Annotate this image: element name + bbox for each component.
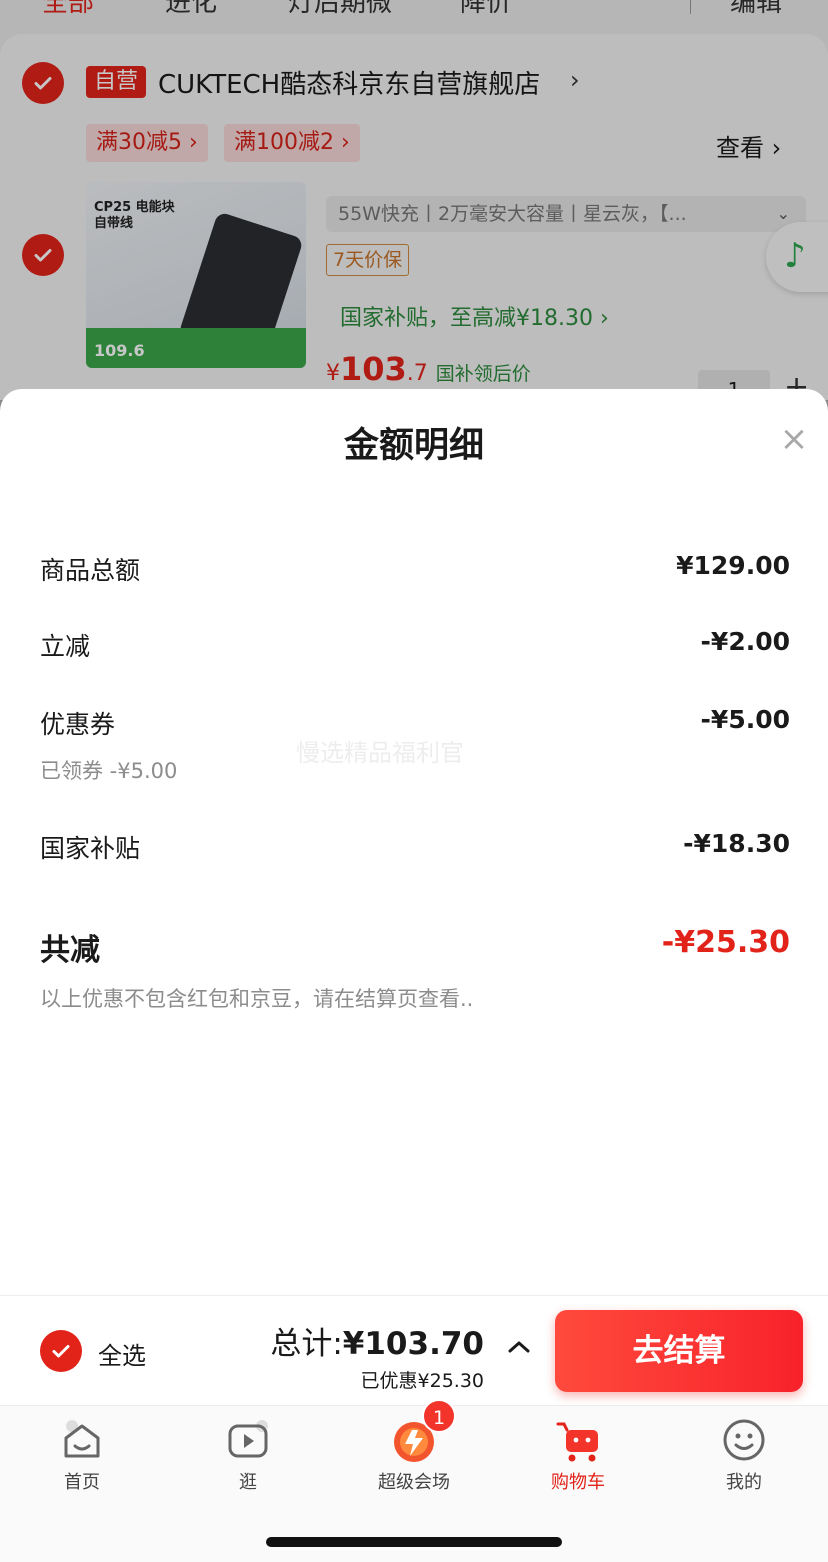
total-discount-value: -¥25.30 [661,925,790,960]
total-discount-note: 以上优惠不包含红包和京豆，请在结算页查看.. [40,987,474,1011]
select-all-label[interactable]: 全选 [98,1336,146,1371]
total-label: 总计: [270,1326,343,1362]
detail-value: -¥18.30 [683,829,790,858]
tab-super-venue[interactable]: 超级会场 [354,1416,474,1496]
cart-icon [556,1422,598,1462]
total-value: ¥103.70 [342,1326,484,1362]
watermark-text: 慢选精品福利官 [296,739,464,767]
tab-label: 逛 [239,1472,257,1493]
checkout-button[interactable]: 去结算 [555,1310,803,1392]
home-icon [64,1420,100,1458]
cart-background: 全部 进化 灯后期微 降价 编辑 自营 CUKTECH酷态科京东自营旗舰店 › … [0,0,828,400]
detail-value: -¥5.00 [700,705,790,734]
tab-me[interactable]: 我的 [684,1416,804,1496]
tab-cart[interactable]: 购物车 [518,1416,638,1496]
order-total: 总计:¥103.70 [270,1318,484,1363]
saved-amount: 已优惠¥25.30 [360,1370,484,1392]
smiley-icon [723,1419,765,1461]
tab-label: 超级会场 [378,1472,450,1493]
tab-stroll[interactable]: 逛 [188,1416,308,1496]
detail-label: 商品总额 [40,556,141,585]
close-icon[interactable]: × [778,422,810,456]
detail-value: ¥129.00 [676,551,790,580]
detail-label: 立减 [40,632,91,661]
detail-label: 优惠券 [40,710,116,739]
tab-home[interactable]: 首页 [22,1416,142,1496]
home-indicator [266,1537,562,1547]
checkout-bar: 全选 总计:¥103.70 已优惠¥25.30 去结算 [0,1295,828,1405]
play-icon [228,1420,268,1458]
detail-value: -¥2.00 [700,627,790,656]
tab-label: 首页 [64,1472,100,1493]
coupon-claimed-note: 已领券 -¥5.00 [40,759,178,783]
tab-label: 购物车 [551,1472,605,1493]
sheet-title: 金额明细 [343,426,484,466]
check-icon [52,1345,70,1358]
notification-badge: 1 [422,1399,456,1433]
detail-label: 国家补贴 [40,834,141,863]
modal-overlay[interactable] [0,0,828,400]
total-discount-label: 共减 [40,933,100,968]
amount-details-sheet: 金额明细 × 商品总额 ¥129.00 立减 -¥2.00 优惠券 -¥5.00… [0,389,828,1295]
select-all-checkbox[interactable] [40,1330,82,1372]
chevron-up-icon[interactable] [506,1334,532,1360]
tab-label: 我的 [726,1472,762,1493]
